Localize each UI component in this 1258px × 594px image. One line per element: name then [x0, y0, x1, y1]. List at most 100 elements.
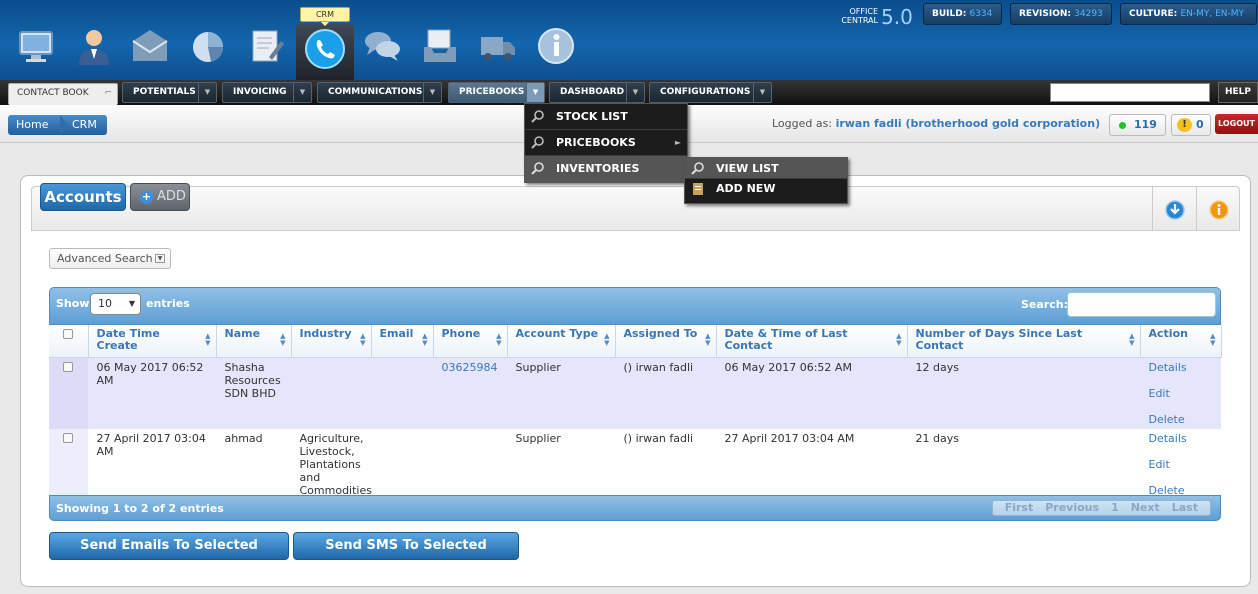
- column-header-assigned-to[interactable]: Assigned To ▲ ▼: [615, 325, 717, 358]
- column-header-date-created[interactable]: Date Time Create ▲ ▼: [88, 325, 217, 358]
- cell-actions: Details Edit Delete: [1140, 428, 1221, 500]
- delivery-truck-icon[interactable]: [476, 25, 520, 75]
- chat-bubbles-icon[interactable]: [360, 25, 404, 75]
- sort-icon: ▲ ▼: [604, 332, 610, 347]
- column-header-email[interactable]: Email ▲ ▼: [371, 325, 434, 358]
- sort-icon: ▲ ▼: [1210, 332, 1216, 347]
- column-header-name[interactable]: Name ▲ ▼: [216, 325, 292, 358]
- warning-icon: !: [1177, 118, 1192, 132]
- cell-phone: [433, 428, 507, 500]
- tab-label: CONFIGURATIONS: [660, 87, 751, 97]
- row-checkbox[interactable]: [63, 432, 74, 443]
- user-name-link[interactable]: irwan fadli (brotherhood gold corporatio…: [836, 117, 1101, 130]
- details-link[interactable]: Details: [1149, 432, 1213, 445]
- tab-invoicing[interactable]: INVOICING ▼: [222, 82, 312, 103]
- page-last-button[interactable]: Last: [1172, 501, 1198, 514]
- user-icon[interactable]: [72, 25, 116, 75]
- alert-count: 0: [1196, 118, 1204, 131]
- sort-icon: ▲ ▼: [1129, 332, 1135, 347]
- pricebooks-dropdown-menu: STOCK LIST PRICEBOOKS ► INVENTORIES: [524, 103, 688, 183]
- online-users-badge[interactable]: 119: [1109, 114, 1166, 136]
- breadcrumb-home[interactable]: Home: [8, 115, 68, 135]
- chevron-down-icon[interactable]: ▼: [753, 83, 771, 102]
- menu-item-pricebooks[interactable]: PRICEBOOKS ►: [525, 130, 687, 156]
- sort-icon: ▲ ▼: [496, 332, 502, 347]
- chevron-down-icon[interactable]: ▼: [626, 83, 644, 102]
- page-number-button[interactable]: 1: [1111, 501, 1119, 514]
- column-header-action[interactable]: Action ▲ ▼: [1140, 325, 1222, 358]
- column-header-days-since[interactable]: Number of Days Since Last Contact ▲ ▼: [907, 325, 1141, 358]
- column-label: Account Type: [515, 327, 599, 340]
- online-dot-icon: [1119, 122, 1126, 129]
- sort-icon: ▲ ▼: [422, 332, 428, 347]
- tab-communications[interactable]: COMMUNICATIONS ▼: [317, 82, 442, 103]
- page-next-button[interactable]: Next: [1131, 501, 1160, 514]
- row-checkbox[interactable]: [63, 361, 74, 372]
- product-brand: OFFICE CENTRAL 5.0: [836, 5, 916, 29]
- column-header-last-contact[interactable]: Date & Time of Last Contact ▲ ▼: [716, 325, 908, 358]
- tab-potentials[interactable]: POTENTIALS ▼: [122, 82, 217, 103]
- chevron-down-icon[interactable]: ▼: [198, 83, 216, 102]
- select-all-checkbox[interactable]: [63, 329, 74, 339]
- send-emails-button[interactable]: Send Emails To Selected Accounts: [49, 532, 289, 579]
- menu-item-inventories[interactable]: INVENTORIES: [525, 156, 687, 182]
- menu-item-label: PRICEBOOKS: [556, 136, 636, 149]
- alerts-badge[interactable]: ! 0: [1171, 114, 1211, 136]
- help-button[interactable]: HELP: [1218, 82, 1258, 103]
- accounts-title-button[interactable]: Accounts: [40, 183, 126, 211]
- info-icon[interactable]: [534, 25, 578, 75]
- column-label: Date & Time of Last Contact: [724, 327, 848, 352]
- pagination: First Previous 1 Next Last: [991, 500, 1211, 516]
- inbox-tray-icon[interactable]: [418, 25, 462, 75]
- entries-label: entries: [146, 297, 190, 310]
- mail-icon[interactable]: [128, 25, 172, 75]
- table-info: Showing 1 to 2 of 2 entries: [56, 502, 224, 515]
- table-search-input[interactable]: [1067, 292, 1216, 317]
- column-label: Phone: [441, 327, 481, 340]
- tab-label: PRICEBOOKS: [459, 87, 525, 97]
- phone-link[interactable]: 03625984: [442, 361, 498, 374]
- document-edit-icon[interactable]: [244, 25, 288, 75]
- menu-item-add-new[interactable]: ADD NEW: [685, 179, 847, 203]
- desktop-icon[interactable]: [14, 25, 58, 75]
- tab-configurations[interactable]: CONFIGURATIONS ▼: [649, 82, 772, 103]
- pie-chart-icon[interactable]: [186, 25, 230, 75]
- column-header-phone[interactable]: Phone ▲ ▼: [433, 325, 508, 358]
- cell-date-created: 27 April 2017 03:04 AM: [88, 428, 216, 500]
- cell-email: [371, 428, 433, 500]
- chevron-down-icon[interactable]: ▼: [526, 83, 544, 102]
- chevron-down-icon[interactable]: ▼: [423, 83, 441, 102]
- edit-link[interactable]: Edit: [1149, 387, 1213, 400]
- page-size-select[interactable]: 10: [90, 293, 141, 315]
- cell-name: ahmad: [216, 428, 291, 500]
- cell-industry: Agriculture, Livestock, Plantations and …: [291, 428, 372, 500]
- cell-actions: Details Edit Delete: [1140, 357, 1221, 429]
- menu-item-view-list[interactable]: VIEW LIST: [685, 158, 847, 179]
- build-value: 6334: [969, 9, 993, 19]
- chevron-down-icon[interactable]: ▼: [293, 83, 311, 102]
- revision-info: REVISION: 34293: [1010, 3, 1112, 25]
- row-select-cell: [49, 357, 88, 429]
- column-header-account-type[interactable]: Account Type ▲ ▼: [507, 325, 616, 358]
- page-first-button[interactable]: First: [1005, 501, 1034, 514]
- logout-button[interactable]: LOGOUT: [1215, 114, 1258, 134]
- global-search-input[interactable]: [1050, 83, 1210, 102]
- page-previous-button[interactable]: Previous: [1045, 501, 1099, 514]
- search-label: Search:: [1021, 298, 1068, 311]
- tab-contact-book[interactable]: CONTACT BOOK ⌐: [8, 83, 118, 105]
- info-button[interactable]: [1196, 187, 1240, 231]
- sort-icon: ▲ ▼: [360, 332, 366, 347]
- details-link[interactable]: Details: [1149, 361, 1213, 374]
- send-sms-button[interactable]: Send SMS To Selected Accounts: [293, 532, 519, 579]
- advanced-search-toggle[interactable]: Advanced Search ▼: [49, 248, 171, 269]
- edit-link[interactable]: Edit: [1149, 458, 1213, 471]
- phone-icon[interactable]: [296, 24, 354, 80]
- cell-email: [371, 357, 433, 429]
- menu-item-stock-list[interactable]: STOCK LIST: [525, 104, 687, 130]
- column-header-industry[interactable]: Industry ▲ ▼: [291, 325, 372, 358]
- download-button[interactable]: [1152, 187, 1196, 231]
- add-account-button[interactable]: + ADD: [130, 183, 190, 211]
- tab-dashboard[interactable]: DASHBOARD ▼: [549, 82, 645, 103]
- tab-pricebooks[interactable]: PRICEBOOKS ▼: [448, 82, 545, 103]
- delete-link[interactable]: Delete: [1149, 413, 1213, 426]
